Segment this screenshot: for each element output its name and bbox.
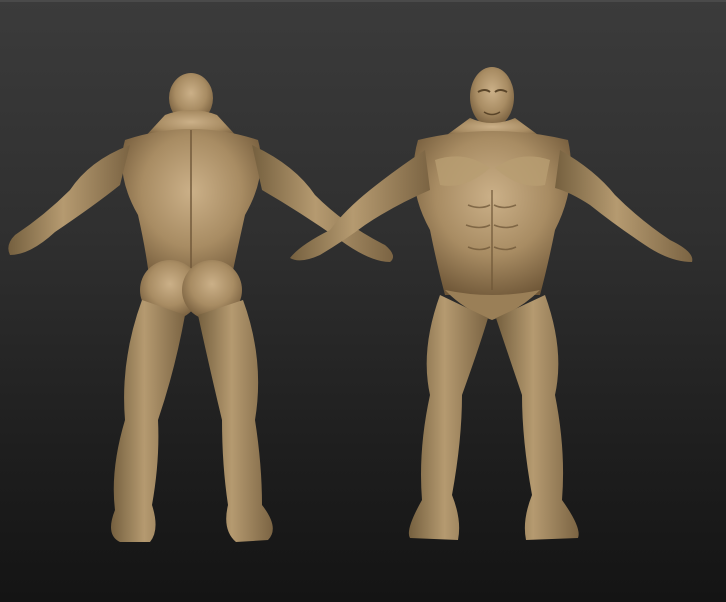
sculpt-canvas[interactable] bbox=[0, 0, 726, 602]
arm-left-back bbox=[8, 145, 130, 255]
leg-right-front bbox=[496, 295, 579, 540]
model-front-view[interactable] bbox=[290, 67, 693, 540]
leg-left-front bbox=[408, 295, 488, 540]
sculpt-viewport[interactable] bbox=[0, 0, 726, 602]
model-back-view[interactable] bbox=[8, 73, 394, 542]
leg-left-back bbox=[111, 300, 185, 542]
head-front bbox=[470, 67, 514, 127]
arm-right-front bbox=[555, 150, 693, 262]
leg-right-back bbox=[198, 300, 273, 542]
